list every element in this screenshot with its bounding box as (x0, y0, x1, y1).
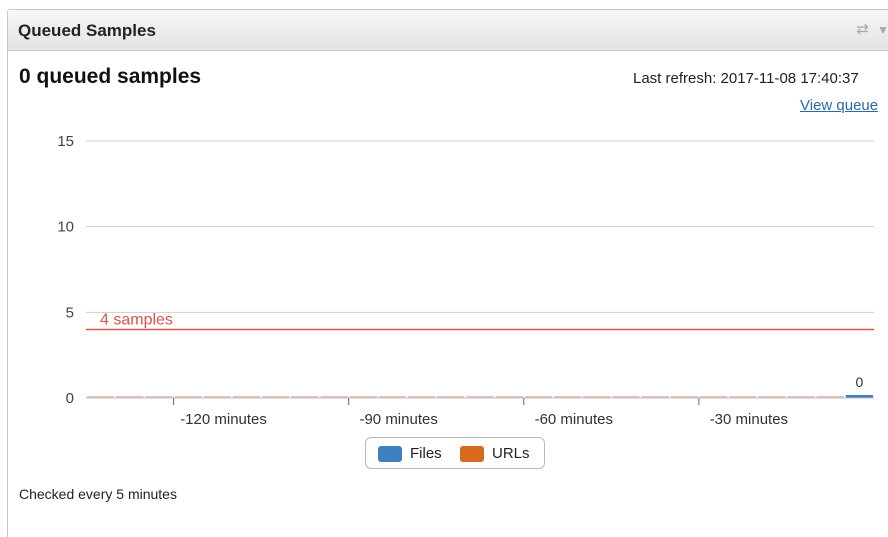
y-tick-label: 5 (66, 304, 74, 321)
y-tick-label: 15 (57, 133, 74, 150)
legend-swatch-urls (460, 446, 484, 462)
x-tick-label: -90 minutes (359, 411, 437, 428)
y-tick-label: 0 (66, 390, 74, 407)
threshold-label: 4 samples (100, 311, 173, 328)
y-tick-label: 10 (57, 219, 74, 236)
chart-legend: Files URLs (365, 437, 545, 469)
check-interval-note: Checked every 5 minutes (19, 486, 177, 502)
bar-data-label: 0 (856, 374, 864, 390)
x-tick-label: -30 minutes (710, 411, 788, 428)
legend-swatch-files (378, 446, 402, 462)
legend-label-urls[interactable]: URLs (492, 445, 530, 462)
x-tick-label: -60 minutes (535, 411, 613, 428)
legend-label-files[interactable]: Files (410, 445, 442, 462)
x-tick-label: -120 minutes (180, 411, 267, 428)
